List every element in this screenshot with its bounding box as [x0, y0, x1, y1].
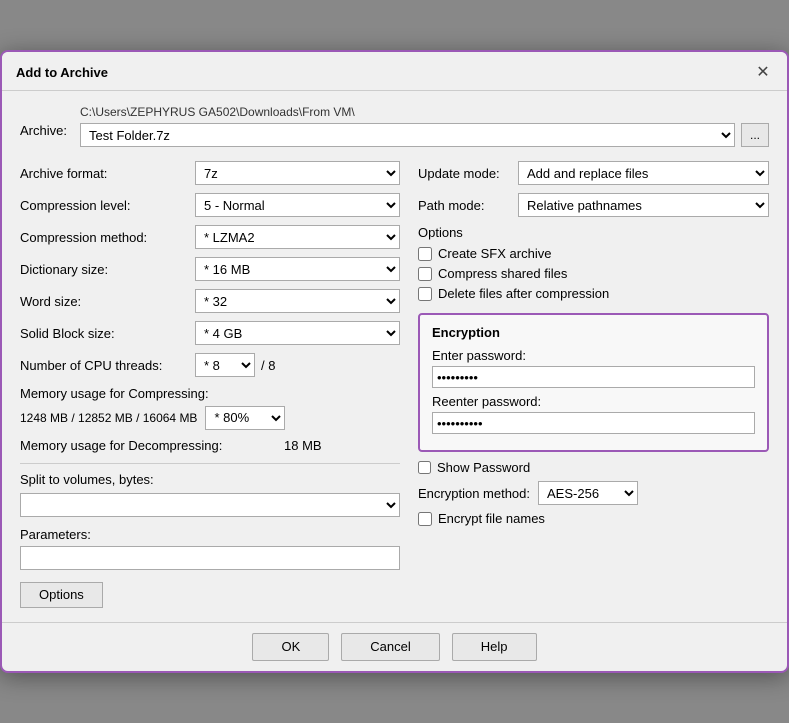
mem-decomp-row: Memory usage for Decompressing: 18 MB: [20, 438, 400, 453]
mem-decomp-label: Memory usage for Decompressing:: [20, 438, 280, 453]
path-mode-row: Path mode: Relative pathnames: [418, 193, 769, 217]
update-mode-select[interactable]: Add and replace files: [518, 161, 769, 185]
reenter-password-input[interactable]: [432, 412, 755, 434]
update-mode-label: Update mode:: [418, 166, 518, 181]
dictionary-size-select[interactable]: * 16 MB: [195, 257, 400, 281]
encrypt-filenames-row: Encrypt file names: [418, 511, 769, 526]
cpu-threads-row: Number of CPU threads: * 8 / 8: [20, 353, 400, 377]
enter-password-label: Enter password:: [432, 348, 755, 363]
solid-block-row: Solid Block size: * 4 GB: [20, 321, 400, 345]
show-password-row: Show Password: [418, 460, 769, 475]
cpu-threads-select[interactable]: * 8: [195, 353, 255, 377]
add-to-archive-dialog: Add to Archive ✕ Archive: C:\Users\ZEPHY…: [0, 50, 789, 672]
mem-compress-row: 1248 MB / 12852 MB / 16064 MB * 80%: [20, 406, 400, 430]
mem-compress-section: Memory usage for Compressing: 1248 MB / …: [20, 385, 400, 429]
solid-block-label: Solid Block size:: [20, 326, 195, 341]
archive-path: C:\Users\ZEPHYRUS GA502\Downloads\From V…: [80, 105, 769, 119]
title-bar: Add to Archive ✕: [2, 52, 787, 91]
cancel-button[interactable]: Cancel: [341, 633, 439, 661]
params-label: Parameters:: [20, 527, 400, 542]
word-size-row: Word size: * 32: [20, 289, 400, 313]
delete-files-label: Delete files after compression: [438, 286, 609, 301]
enc-method-row: Encryption method: AES-256: [418, 481, 769, 505]
archive-format-select[interactable]: 7z: [195, 161, 400, 185]
mem-decomp-val: 18 MB: [284, 438, 322, 453]
close-button[interactable]: ✕: [753, 62, 773, 82]
show-password-checkbox[interactable]: [418, 461, 431, 474]
dictionary-size-label: Dictionary size:: [20, 262, 195, 277]
reenter-password-label: Reenter password:: [432, 394, 755, 409]
compress-shared-checkbox[interactable]: [418, 267, 432, 281]
archive-format-label: Archive format:: [20, 166, 195, 181]
cpu-threads-max: / 8: [261, 358, 275, 373]
path-mode-select[interactable]: Relative pathnames: [518, 193, 769, 217]
word-size-label: Word size:: [20, 294, 195, 309]
enc-method-select[interactable]: AES-256: [538, 481, 638, 505]
encrypt-filenames-label: Encrypt file names: [438, 511, 545, 526]
browse-button[interactable]: ...: [741, 123, 769, 147]
create-sfx-checkbox[interactable]: [418, 247, 432, 261]
archive-input-row: Test Folder.7z ...: [80, 123, 769, 147]
word-size-select[interactable]: * 32: [195, 289, 400, 313]
split-label: Split to volumes, bytes:: [20, 472, 400, 487]
help-button[interactable]: Help: [452, 633, 537, 661]
encrypt-filenames-checkbox[interactable]: [418, 512, 432, 526]
compression-method-label: Compression method:: [20, 230, 195, 245]
compression-method-select[interactable]: * LZMA2: [195, 225, 400, 249]
footer: OK Cancel Help: [2, 622, 787, 671]
options-group-label: Options: [418, 225, 769, 240]
dialog-title: Add to Archive: [16, 65, 108, 80]
mem-compress-select[interactable]: * 80%: [205, 406, 285, 430]
compression-level-row: Compression level: 5 - Normal: [20, 193, 400, 217]
archive-path-col: C:\Users\ZEPHYRUS GA502\Downloads\From V…: [80, 105, 769, 147]
options-button[interactable]: Options: [20, 582, 103, 608]
archive-row: Archive: C:\Users\ZEPHYRUS GA502\Downloa…: [20, 105, 769, 147]
create-sfx-label: Create SFX archive: [438, 246, 551, 261]
params-input[interactable]: [20, 546, 400, 570]
path-mode-label: Path mode:: [418, 198, 518, 213]
archive-format-row: Archive format: 7z: [20, 161, 400, 185]
main-grid: Archive format: 7z Compression level: 5 …: [20, 161, 769, 607]
update-mode-row: Update mode: Add and replace files: [418, 161, 769, 185]
split-select[interactable]: [20, 493, 400, 517]
dictionary-size-row: Dictionary size: * 16 MB: [20, 257, 400, 281]
enter-password-input[interactable]: [432, 366, 755, 388]
right-column: Update mode: Add and replace files Path …: [418, 161, 769, 607]
compress-shared-label: Compress shared files: [438, 266, 567, 281]
ok-button[interactable]: OK: [252, 633, 329, 661]
mem-compress-vals: 1248 MB / 12852 MB / 16064 MB: [20, 411, 197, 425]
show-password-label: Show Password: [437, 460, 530, 475]
cpu-threads-label: Number of CPU threads:: [20, 358, 195, 373]
encryption-box: Encryption Enter password: Reenter passw…: [418, 313, 769, 452]
mem-compress-label: Memory usage for Compressing:: [20, 385, 400, 403]
encryption-section-title: Encryption: [432, 325, 755, 340]
compress-shared-row: Compress shared files: [418, 266, 769, 281]
delete-files-row: Delete files after compression: [418, 286, 769, 301]
enc-method-label: Encryption method:: [418, 486, 530, 501]
create-sfx-row: Create SFX archive: [418, 246, 769, 261]
compression-level-label: Compression level:: [20, 198, 195, 213]
archive-filename-select[interactable]: Test Folder.7z: [80, 123, 735, 147]
delete-files-checkbox[interactable]: [418, 287, 432, 301]
archive-label: Archive:: [20, 105, 80, 138]
solid-block-select[interactable]: * 4 GB: [195, 321, 400, 345]
compression-level-select[interactable]: 5 - Normal: [195, 193, 400, 217]
compression-method-row: Compression method: * LZMA2: [20, 225, 400, 249]
left-column: Archive format: 7z Compression level: 5 …: [20, 161, 400, 607]
